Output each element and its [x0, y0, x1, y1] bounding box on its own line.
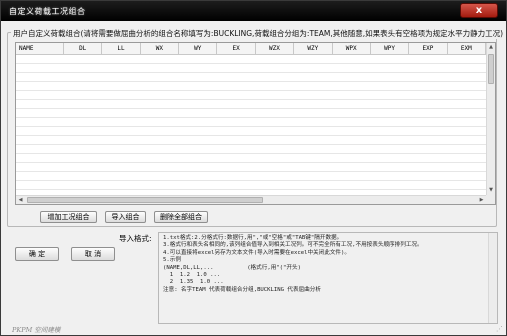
load-combination-table[interactable]: NAME DL LL WX WY EX WZX WZY WPX WPY EXP … — [15, 42, 496, 205]
ok-button[interactable]: 确 定 — [15, 247, 59, 261]
scroll-right-arrow-icon[interactable]: ▶ — [477, 196, 486, 204]
import-format-label: 导入格式: — [119, 234, 152, 243]
table-header: NAME DL LL WX WY EX WZX WZY WPX WPY EXP … — [16, 43, 486, 55]
window-title: 自定义荷载工况组合 — [9, 7, 86, 16]
scroll-left-arrow-icon[interactable]: ◀ — [16, 196, 25, 204]
column-header-ll[interactable]: LL — [102, 43, 141, 54]
column-header-name[interactable]: NAME — [16, 43, 64, 54]
column-header-dl[interactable]: DL — [64, 43, 103, 54]
help-text-scrollbar[interactable] — [488, 233, 497, 323]
add-case-combination-button[interactable]: 增加工况组合 — [40, 211, 97, 223]
title-bar[interactable]: 自定义荷载工况组合 x — [1, 1, 506, 21]
column-header-exp[interactable]: EXP — [409, 43, 448, 54]
column-header-wx[interactable]: WX — [141, 43, 180, 54]
table-body[interactable] — [16, 55, 486, 195]
column-header-wzy[interactable]: WZY — [294, 43, 333, 54]
vertical-scroll-thumb[interactable] — [488, 54, 494, 84]
groupbox-legend: 用户自定义荷载组合(请将需要做屈曲分析的组合名称填写为:BUCKLING,荷载组… — [11, 28, 506, 39]
column-header-wzx[interactable]: WZX — [256, 43, 295, 54]
dialog-window: 自定义荷载工况组合 x 用户自定义荷载组合(请将需要做屈曲分析的组合名称填写为:… — [0, 0, 507, 336]
scroll-up-arrow-icon[interactable]: ▲ — [487, 43, 495, 52]
cancel-button[interactable]: 取 消 — [71, 247, 115, 261]
import-format-help-text[interactable]: 1.txt格式:2.分格式行:数据行,用","或"空格"或"TAB键"隔开数据。… — [158, 232, 498, 324]
horizontal-scroll-thumb[interactable] — [27, 197, 263, 203]
import-combination-button[interactable]: 导入组合 — [105, 211, 146, 223]
watermark-text: PKPM 空间建模 — [12, 326, 61, 334]
column-header-exm[interactable]: EXM — [448, 43, 486, 54]
scroll-down-arrow-icon[interactable]: ▼ — [487, 186, 495, 195]
column-header-wy[interactable]: WY — [179, 43, 218, 54]
column-header-ex[interactable]: EX — [217, 43, 256, 54]
table-vertical-scrollbar[interactable]: ▲ ▼ — [486, 43, 495, 195]
scrollbar-corner — [486, 195, 495, 204]
table-horizontal-scrollbar[interactable]: ◀ ▶ — [16, 195, 486, 204]
column-header-wpy[interactable]: WPY — [371, 43, 410, 54]
resize-grip-icon[interactable]: ⋰ — [496, 325, 503, 333]
delete-all-combinations-button[interactable]: 删除全部组合 — [154, 211, 208, 223]
close-button[interactable]: x — [460, 3, 498, 18]
column-header-wpx[interactable]: WPX — [333, 43, 371, 54]
